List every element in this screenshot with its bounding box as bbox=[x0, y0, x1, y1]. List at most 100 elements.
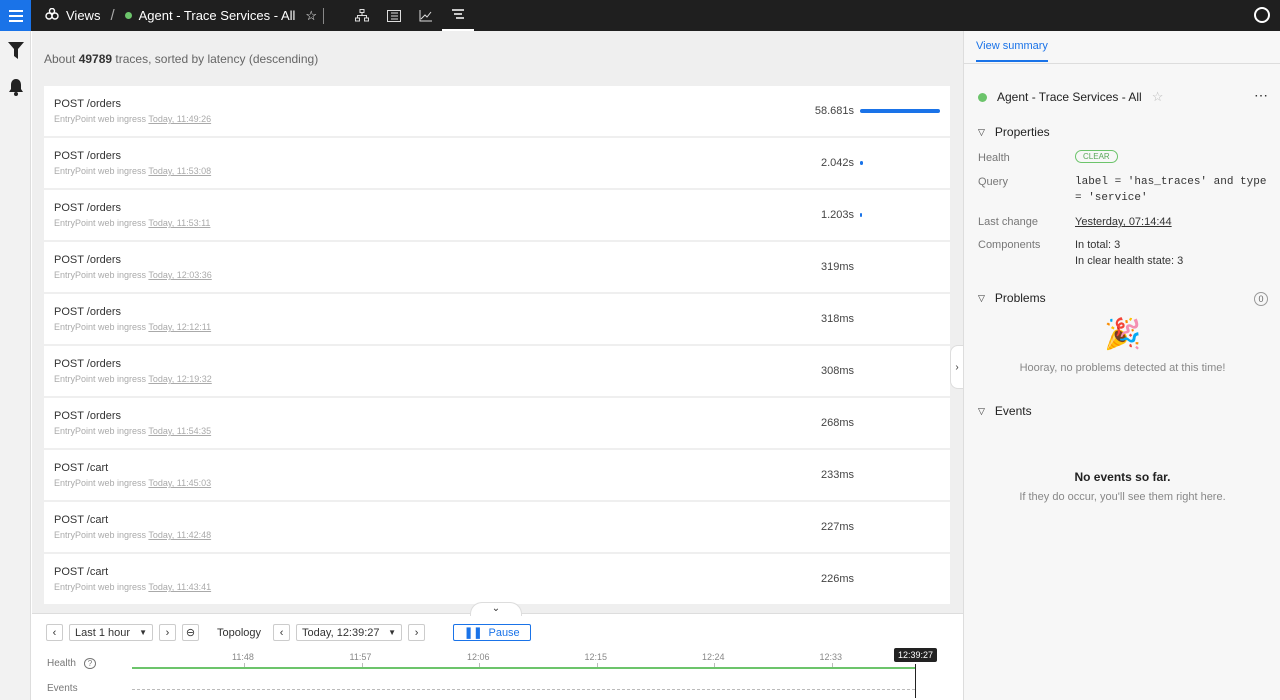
trace-source: EntryPoint web ingress bbox=[54, 218, 147, 228]
trace-row[interactable]: POST /orders EntryPoint web ingress Today… bbox=[44, 346, 950, 396]
trace-row[interactable]: POST /orders EntryPoint web ingress Today… bbox=[44, 242, 950, 292]
time-tick: 11:57 bbox=[349, 652, 372, 662]
trace-row[interactable]: POST /cart EntryPoint web ingress Today, … bbox=[44, 502, 950, 552]
trace-row[interactable]: POST /orders EntryPoint web ingress Today… bbox=[44, 190, 950, 240]
time-tick: 12:24 bbox=[702, 652, 725, 662]
traces-view-icon[interactable] bbox=[442, 0, 475, 31]
trace-time-link[interactable]: Today, 12:03:36 bbox=[148, 270, 211, 280]
query-key: Query bbox=[978, 176, 1008, 188]
problems-count: 0 bbox=[1254, 292, 1268, 306]
trace-time-link[interactable]: Today, 12:12:11 bbox=[148, 322, 211, 332]
help-icon[interactable]: ? bbox=[83, 658, 97, 669]
more-options-icon[interactable]: ⋯ bbox=[1254, 87, 1268, 104]
trace-name: POST /orders bbox=[54, 254, 122, 266]
health-label: Health bbox=[47, 658, 76, 669]
trace-row[interactable]: POST /cart EntryPoint web ingress Today, … bbox=[44, 450, 950, 500]
breadcrumb-separator: / bbox=[110, 7, 115, 24]
trace-time-link[interactable]: Today, 11:45:03 bbox=[148, 478, 211, 488]
view-summary-panel: View summary Agent - Trace Services - Al… bbox=[963, 31, 1280, 700]
trace-name: POST /orders bbox=[54, 98, 122, 110]
latency-bar bbox=[860, 161, 863, 165]
next-range-button[interactable]: › bbox=[159, 624, 176, 641]
star-icon[interactable]: ☆ bbox=[1152, 89, 1164, 105]
trace-source: EntryPoint web ingress bbox=[54, 322, 147, 332]
prev-time-button[interactable]: ‹ bbox=[273, 624, 291, 641]
time-tick: 12:33 bbox=[819, 652, 843, 662]
pause-label: Pause bbox=[488, 626, 520, 639]
trace-row[interactable]: POST /orders EntryPoint web ingress Today… bbox=[44, 294, 950, 344]
last-change-key: Last change bbox=[978, 216, 1038, 228]
tab-divider bbox=[964, 63, 1280, 64]
time-tick: 12:06 bbox=[467, 652, 490, 662]
metrics-view-icon[interactable] bbox=[410, 0, 442, 31]
current-time-select[interactable]: Today, 12:39:27 ▼ bbox=[296, 624, 403, 641]
trace-time-link[interactable]: Today, 11:43:41 bbox=[148, 582, 211, 592]
user-account-icon[interactable] bbox=[1254, 7, 1270, 23]
events-track[interactable] bbox=[132, 689, 915, 690]
trace-name: POST /orders bbox=[54, 358, 122, 370]
health-key: Health bbox=[978, 152, 1010, 164]
divider bbox=[323, 7, 325, 24]
trace-name: POST /cart bbox=[54, 514, 109, 526]
timeline-toggle-button[interactable]: ⌄ bbox=[470, 602, 522, 616]
trace-time-link[interactable]: Today, 11:53:08 bbox=[148, 166, 211, 176]
bell-icon[interactable] bbox=[0, 69, 31, 105]
zoom-out-icon[interactable]: ⊖ bbox=[182, 624, 199, 641]
hamburger-menu-button[interactable] bbox=[0, 0, 31, 31]
trace-source: EntryPoint web ingress bbox=[54, 166, 147, 176]
health-value: CLEAR bbox=[1075, 150, 1118, 163]
now-marker[interactable] bbox=[915, 664, 916, 698]
trace-row[interactable]: POST /orders EntryPoint web ingress Today… bbox=[44, 398, 950, 448]
views-link[interactable]: Views bbox=[66, 8, 100, 23]
latency-bar bbox=[860, 109, 940, 113]
problems-section-toggle[interactable]: ▽ Problems bbox=[978, 291, 1046, 305]
problems-title: Problems bbox=[994, 291, 1046, 305]
last-change-value[interactable]: Yesterday, 07:14:44 bbox=[1075, 216, 1172, 228]
pause-button[interactable]: ❚❚ Pause bbox=[453, 624, 531, 641]
trace-name: POST /orders bbox=[54, 306, 122, 318]
health-bar[interactable] bbox=[132, 667, 915, 669]
trace-source: EntryPoint web ingress bbox=[54, 478, 147, 488]
collapse-panel-button[interactable]: › bbox=[950, 345, 964, 389]
trace-duration: 318ms bbox=[820, 313, 854, 325]
time-tick: 12:15 bbox=[584, 652, 608, 662]
summary-prefix: About bbox=[44, 52, 76, 66]
trace-time-link[interactable]: Today, 12:19:32 bbox=[148, 374, 211, 384]
trace-row[interactable]: POST /orders EntryPoint web ingress Today… bbox=[44, 86, 950, 136]
trace-meta: EntryPoint web ingress Today, 11:42:48 bbox=[54, 530, 211, 540]
prev-range-button[interactable]: ‹ bbox=[46, 624, 63, 641]
trace-meta: EntryPoint web ingress Today, 11:45:03 bbox=[54, 478, 211, 488]
next-time-button[interactable]: › bbox=[408, 624, 426, 641]
trace-time-link[interactable]: Today, 11:53:11 bbox=[148, 218, 210, 228]
trace-meta: EntryPoint web ingress Today, 11:49:26 bbox=[54, 114, 211, 124]
trace-duration: 308ms bbox=[820, 365, 854, 377]
trace-meta: EntryPoint web ingress Today, 11:53:08 bbox=[54, 166, 211, 176]
star-icon[interactable]: ☆ bbox=[305, 8, 317, 24]
trace-time-link[interactable]: Today, 11:54:35 bbox=[148, 426, 211, 436]
properties-section-toggle[interactable]: ▽ Properties bbox=[978, 125, 1050, 139]
events-empty-sub: If they do occur, you'll see them right … bbox=[1019, 491, 1226, 503]
components-clear: In clear health state: 3 bbox=[1075, 255, 1184, 267]
trace-meta: EntryPoint web ingress Today, 12:12:11 bbox=[54, 322, 211, 332]
trace-time-link[interactable]: Today, 11:49:26 bbox=[148, 114, 211, 124]
trace-count: 49789 bbox=[78, 52, 113, 66]
trace-source: EntryPoint web ingress bbox=[54, 114, 147, 124]
trace-time-link[interactable]: Today, 11:42:48 bbox=[148, 530, 211, 540]
trace-name: POST /cart bbox=[54, 462, 109, 474]
trace-row[interactable]: POST /cart EntryPoint web ingress Today, … bbox=[44, 554, 950, 604]
topology-view-icon[interactable] bbox=[346, 0, 378, 31]
events-view-icon[interactable] bbox=[378, 0, 410, 31]
tab-view-summary[interactable]: View summary bbox=[976, 40, 1048, 62]
chevron-down-icon: ▼ bbox=[388, 628, 397, 637]
views-icon bbox=[45, 7, 59, 23]
top-bar: Views / Agent - Trace Services - All ☆ bbox=[0, 0, 1280, 31]
events-section-toggle[interactable]: ▽ Events bbox=[978, 404, 1032, 418]
time-range-select[interactable]: Last 1 hour ▼ bbox=[69, 624, 153, 641]
trace-source: EntryPoint web ingress bbox=[54, 270, 147, 280]
summary-suffix: traces, sorted by latency (descending) bbox=[115, 52, 319, 66]
trace-row[interactable]: POST /orders EntryPoint web ingress Today… bbox=[44, 138, 950, 188]
trace-list: POST /orders EntryPoint web ingress Today… bbox=[44, 86, 950, 606]
trace-duration: 58.681s bbox=[814, 105, 854, 117]
time-range-value: Last 1 hour bbox=[75, 626, 131, 639]
filter-icon[interactable] bbox=[0, 33, 31, 69]
